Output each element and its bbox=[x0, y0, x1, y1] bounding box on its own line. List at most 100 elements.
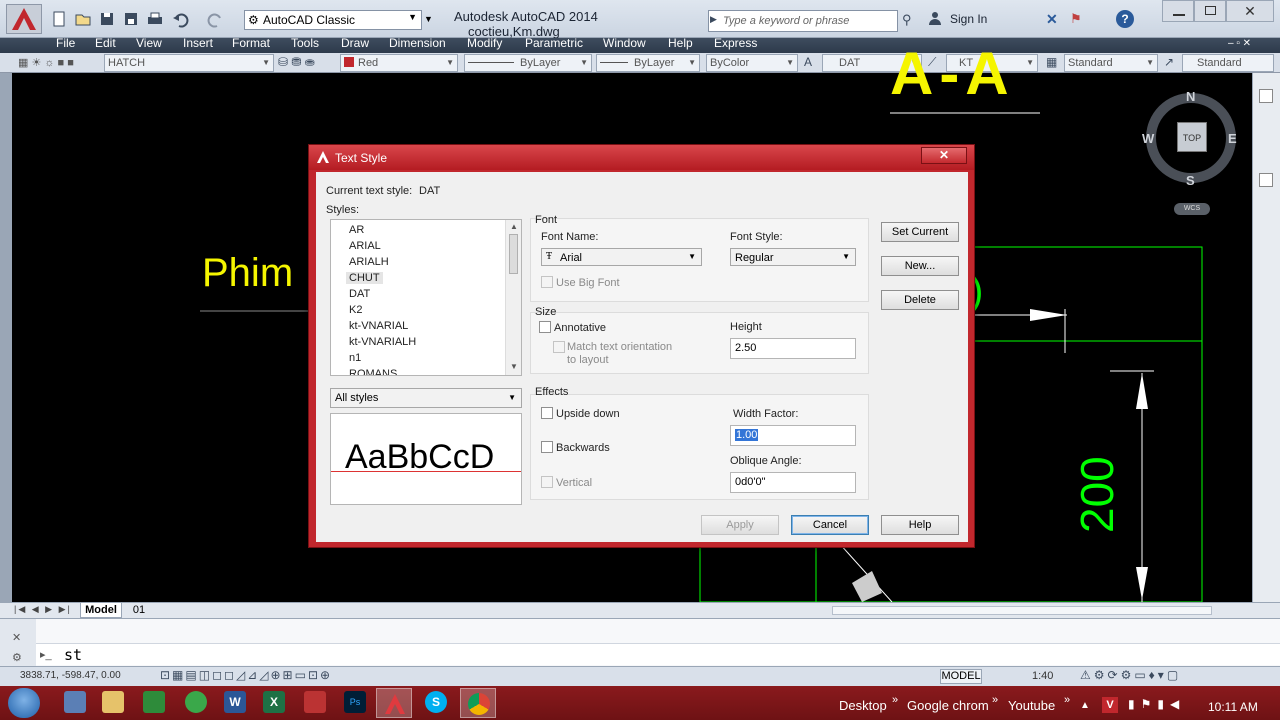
mleader-style-select[interactable]: Standard bbox=[1182, 54, 1274, 72]
scroll-thumb[interactable] bbox=[509, 234, 518, 274]
mleader-style-icon[interactable]: ↗ bbox=[1164, 55, 1174, 69]
model-space-button[interactable]: MODEL bbox=[940, 669, 982, 684]
file-explorer-icon[interactable] bbox=[102, 691, 124, 713]
steering-wheel-icon[interactable] bbox=[1259, 89, 1273, 103]
restore-button[interactable] bbox=[1194, 0, 1226, 22]
list-item[interactable]: ARIALH bbox=[349, 256, 389, 268]
photoshop-icon[interactable]: Ps bbox=[344, 691, 366, 713]
menu-express[interactable]: Express bbox=[714, 36, 757, 50]
tab-model[interactable]: Model bbox=[80, 603, 122, 618]
menu-draw[interactable]: Draw bbox=[341, 36, 369, 50]
list-item[interactable]: kt-VNARIAL bbox=[349, 320, 408, 332]
exchange-icon[interactable]: ✕ bbox=[1046, 11, 1058, 28]
excel-icon[interactable]: X bbox=[263, 691, 285, 713]
set-current-button[interactable]: Set Current bbox=[881, 222, 959, 242]
drafting-toggle-icons[interactable]: ⊡▦▤◫◻◻◿⊿◿⊕⊞▭⊡⊕ bbox=[160, 668, 332, 682]
help-icon[interactable]: ? bbox=[1116, 10, 1134, 28]
upside-down-checkbox[interactable] bbox=[541, 407, 553, 419]
table-style-select[interactable]: Standard ▼ bbox=[1064, 54, 1158, 72]
open-icon[interactable] bbox=[74, 10, 92, 28]
vertical-checkbox[interactable] bbox=[541, 476, 553, 488]
taskbar-chrome-toolbar[interactable]: Google chrom bbox=[907, 698, 989, 713]
plotstyle-select[interactable]: ByColor ▼ bbox=[706, 54, 798, 72]
app-store-icon[interactable]: ⚑ bbox=[1070, 11, 1082, 27]
viewcube-top-face[interactable]: TOP bbox=[1177, 122, 1207, 152]
close-icon[interactable]: ✕ bbox=[12, 631, 21, 644]
viewcube-wcs-menu[interactable]: WCS bbox=[1174, 203, 1210, 215]
list-item[interactable]: ROMANS bbox=[349, 368, 397, 375]
taskbar-app-icon[interactable] bbox=[64, 691, 86, 713]
list-item[interactable]: K2 bbox=[349, 304, 362, 316]
styles-list[interactable]: AR ARIAL ARIALH CHUT DAT K2 kt-VNARIAL k… bbox=[330, 219, 522, 376]
font-style-select[interactable]: Regular ▼ bbox=[730, 248, 856, 266]
tab-navigation-icons[interactable]: |◀ ◀ ▶ ▶| bbox=[14, 604, 72, 615]
word-icon[interactable]: W bbox=[224, 691, 246, 713]
redo-icon[interactable] bbox=[206, 10, 224, 28]
application-menu-button[interactable] bbox=[6, 4, 42, 34]
menu-edit[interactable]: Edit bbox=[95, 36, 116, 50]
status-tray-icons[interactable]: ⚠⚙⟳⚙▭♦▾▢ bbox=[1080, 668, 1181, 682]
sign-in-link[interactable]: Sign In bbox=[950, 12, 987, 26]
tray-icons[interactable]: ▮⚑▮◀ bbox=[1128, 697, 1185, 711]
menu-parametric[interactable]: Parametric bbox=[525, 36, 583, 50]
cancel-button[interactable]: Cancel bbox=[791, 515, 869, 535]
start-button[interactable] bbox=[8, 688, 40, 718]
color-select[interactable]: Red ▼ bbox=[340, 54, 458, 72]
close-button[interactable]: ✕ bbox=[1226, 0, 1274, 22]
menu-tools[interactable]: Tools bbox=[291, 36, 319, 50]
horizontal-scrollbar[interactable] bbox=[832, 606, 1212, 615]
menu-file[interactable]: File bbox=[56, 36, 75, 50]
search-input[interactable]: Type a keyword or phrase bbox=[708, 10, 898, 32]
plot-icon[interactable] bbox=[146, 10, 164, 28]
backwards-checkbox[interactable] bbox=[541, 441, 553, 453]
scroll-icon[interactable] bbox=[1259, 173, 1273, 187]
menu-dimension[interactable]: Dimension bbox=[389, 36, 446, 50]
new-icon[interactable] bbox=[50, 10, 68, 28]
chrome-taskbar-icon[interactable] bbox=[460, 688, 496, 718]
taskbar-app-icon[interactable] bbox=[143, 691, 165, 713]
menu-view[interactable]: View bbox=[136, 36, 162, 50]
height-input[interactable]: 2.50 bbox=[730, 338, 856, 359]
viewcube-west[interactable]: W bbox=[1142, 131, 1154, 146]
clock[interactable]: 10:11 AM bbox=[1208, 700, 1258, 714]
menu-modify[interactable]: Modify bbox=[467, 36, 502, 50]
dialog-close-button[interactable]: ✕ bbox=[921, 147, 967, 164]
use-big-font-checkbox[interactable] bbox=[541, 276, 553, 288]
command-input[interactable]: ▸_ st bbox=[36, 643, 1280, 665]
minimize-button[interactable] bbox=[1162, 0, 1194, 22]
taskbar-desktop-toolbar[interactable]: Desktop bbox=[839, 698, 887, 713]
delete-style-button[interactable]: Delete bbox=[881, 290, 959, 310]
linetype-select[interactable]: ByLayer ▼ bbox=[464, 54, 592, 72]
viewcube-north[interactable]: N bbox=[1186, 89, 1195, 104]
tray-app-icon[interactable]: V bbox=[1102, 697, 1118, 713]
annotative-checkbox[interactable] bbox=[539, 321, 551, 333]
menu-format[interactable]: Format bbox=[232, 36, 270, 50]
command-grip[interactable]: ✕ ⚙ bbox=[0, 619, 36, 667]
save-icon[interactable] bbox=[98, 10, 116, 28]
font-name-select[interactable]: Ŧ Arial ▼ bbox=[541, 248, 702, 266]
list-item[interactable]: kt-VNARIALH bbox=[349, 336, 416, 348]
undo-icon[interactable] bbox=[172, 10, 190, 28]
menu-window[interactable]: Window bbox=[603, 36, 646, 50]
save-as-icon[interactable] bbox=[122, 10, 140, 28]
help-button[interactable]: Help bbox=[881, 515, 959, 535]
apply-button[interactable]: Apply bbox=[701, 515, 779, 535]
taskbar-app-icon[interactable] bbox=[185, 691, 207, 713]
annotation-scale[interactable]: 1:40 bbox=[1032, 670, 1053, 682]
scroll-up-icon[interactable]: ▲ bbox=[510, 222, 518, 231]
drawing-window-controls[interactable]: – ▫ ✕ bbox=[1228, 38, 1251, 49]
binoculars-icon[interactable]: ⚲ bbox=[902, 12, 912, 28]
menu-help[interactable]: Help bbox=[668, 36, 693, 50]
list-item[interactable]: AR bbox=[349, 224, 364, 236]
match-orientation-checkbox[interactable] bbox=[553, 341, 565, 353]
taskbar-app-icon[interactable] bbox=[304, 691, 326, 713]
autocad-taskbar-icon[interactable] bbox=[376, 688, 412, 718]
layer-select[interactable]: HATCH ▼ bbox=[104, 54, 274, 72]
width-factor-input[interactable]: 1.00 bbox=[730, 425, 856, 446]
styles-filter-select[interactable]: All styles ▼ bbox=[330, 388, 522, 408]
show-hidden-icons[interactable]: ▲ bbox=[1080, 700, 1090, 711]
lineweight-select[interactable]: ByLayer ▼ bbox=[596, 54, 700, 72]
table-style-icon[interactable]: ▦ bbox=[1046, 55, 1057, 69]
viewcube-south[interactable]: S bbox=[1186, 173, 1195, 188]
tab-layout[interactable]: 01 bbox=[126, 603, 152, 618]
